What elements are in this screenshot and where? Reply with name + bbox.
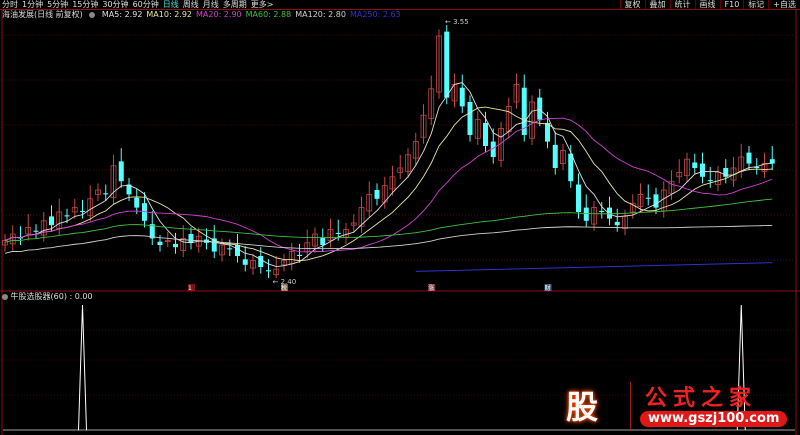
candlestick-chart: ← 3.55← 2.401 税涨财 xyxy=(0,10,800,435)
toolbar-button[interactable]: F10 xyxy=(719,0,744,9)
indicator-spike xyxy=(78,304,87,431)
candle-body xyxy=(297,254,302,256)
period-tab[interactable]: 多周期 xyxy=(223,0,247,9)
candle-body xyxy=(134,197,140,208)
logo-name: 公式之家 xyxy=(645,386,758,411)
candle-body xyxy=(335,232,341,234)
period-tab[interactable]: 周线 xyxy=(183,0,199,9)
candle-body xyxy=(707,180,713,182)
stock-title: 海油发展(日线 前复权) xyxy=(2,10,83,19)
ma-label: MA20: 2.90 xyxy=(196,10,242,19)
period-tab[interactable]: 日线 xyxy=(163,0,179,9)
indicator-title: 牛股选股器(60) : 0.00 xyxy=(2,292,93,302)
candle-body xyxy=(653,194,659,208)
candle-body xyxy=(235,245,240,256)
ma-label: MA250: 2.63 xyxy=(349,10,401,19)
ma120-line xyxy=(4,224,773,254)
candle-body xyxy=(258,256,264,267)
period-tab[interactable]: 月线 xyxy=(203,0,219,9)
period-tab[interactable]: 1分钟 xyxy=(22,0,43,9)
ma10-line xyxy=(4,106,773,262)
toolbar-button[interactable]: 画线 xyxy=(694,0,720,9)
candle-body xyxy=(374,190,380,199)
candle-body xyxy=(746,152,752,164)
candle-body xyxy=(188,234,194,243)
event-marker-label: 财 xyxy=(545,284,551,292)
candle-body xyxy=(320,237,326,245)
candle-body xyxy=(552,144,558,168)
candle-body xyxy=(692,162,698,168)
watermark-logo: 股 公式之家 www.gszj100.com xyxy=(560,378,795,430)
period-tab[interactable]: 更多> xyxy=(251,0,274,9)
ma-info-bar: 海油发展(日线 前复权) MA5: 2.92 MA10: 2.92 MA20: 2.… xyxy=(2,10,405,20)
candle-body xyxy=(64,215,70,217)
ma-label: MA120: 2.80 xyxy=(295,10,346,19)
candle-body xyxy=(459,87,465,107)
right-toolbar: 复权 叠加 统计 画线 F10 标记 +自选 xyxy=(619,0,800,9)
event-marker-label: 1 xyxy=(188,285,192,292)
candle-body xyxy=(537,97,543,120)
candle-body xyxy=(33,230,39,232)
candle-body xyxy=(173,243,178,248)
candle-body xyxy=(227,248,233,250)
ma-label: MA10: 2.92 xyxy=(146,10,193,19)
candle-body xyxy=(103,193,109,195)
candle-body xyxy=(118,161,124,182)
indicator-dot-icon[interactable] xyxy=(2,293,8,300)
candle-body xyxy=(568,153,574,182)
candle-body xyxy=(467,102,473,135)
candle-body xyxy=(599,210,605,212)
candle-body xyxy=(80,210,85,212)
ma-label: MA5: 2.92 xyxy=(101,10,143,19)
candle-body xyxy=(242,259,248,265)
event-marker-label: 税 xyxy=(281,284,287,292)
ma20-line xyxy=(4,117,773,253)
candle-body xyxy=(576,184,581,212)
logo-divider xyxy=(630,382,631,430)
toolbar-button[interactable]: 复权 xyxy=(619,0,645,9)
period-tab[interactable]: 60分钟 xyxy=(133,0,159,9)
indicator-label: 牛股选股器(60) : 0.00 xyxy=(10,292,93,301)
period-tab[interactable]: 5分钟 xyxy=(47,0,68,9)
ma-label: MA60: 2.88 xyxy=(245,10,292,19)
candle-body xyxy=(444,31,450,98)
toolbar-button[interactable]: 叠加 xyxy=(644,0,670,9)
candle-body xyxy=(614,221,620,226)
candle-body xyxy=(645,197,651,199)
candle-body xyxy=(483,122,488,146)
event-marker-label: 涨 xyxy=(428,284,434,292)
ma250-line xyxy=(415,262,773,272)
toolbar-button[interactable]: 统计 xyxy=(669,0,695,9)
period-tab[interactable]: 15分钟 xyxy=(72,0,98,9)
candle-body xyxy=(583,207,589,221)
toolbar-button[interactable]: +自选 xyxy=(768,0,800,9)
candle-body xyxy=(700,163,705,177)
period-tab[interactable]: 30分钟 xyxy=(102,0,128,9)
period-tab[interactable]: 分时 xyxy=(2,0,18,9)
settings-dot-icon[interactable] xyxy=(89,11,96,18)
high-label: ← 3.55 xyxy=(445,18,469,26)
candle-body xyxy=(157,241,163,245)
toolbar-button[interactable]: 标记 xyxy=(743,0,768,9)
candle-body xyxy=(545,122,550,142)
period-toolbar: 分时 1分钟 5分钟 15分钟 30分钟 60分钟 日线 周线 月线 多周期 更多> xyxy=(0,0,275,9)
candle-body xyxy=(49,216,54,226)
logo-glyph: 股 xyxy=(566,388,599,426)
logo-url: www.gszj100.com xyxy=(640,411,788,427)
candle-body xyxy=(266,270,271,272)
